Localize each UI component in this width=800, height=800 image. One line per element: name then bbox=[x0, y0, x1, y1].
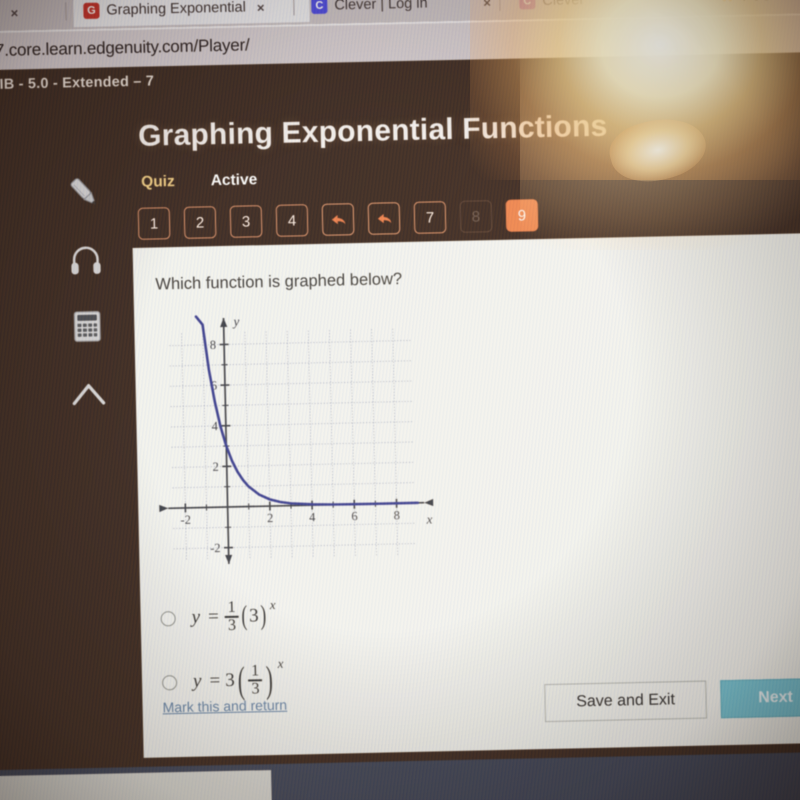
svg-text:4: 4 bbox=[211, 419, 218, 433]
tab-title: Clever | Log in bbox=[334, 0, 428, 14]
close-icon[interactable]: × bbox=[257, 0, 265, 15]
reply-arrow-icon bbox=[377, 213, 391, 223]
svg-text:-2: -2 bbox=[210, 541, 221, 555]
question-nav-item-7[interactable]: 7 bbox=[413, 201, 447, 234]
question-nav-item-3[interactable]: 3 bbox=[229, 205, 263, 238]
radio-button-a[interactable] bbox=[160, 610, 176, 626]
svg-text:-2: -2 bbox=[180, 513, 191, 527]
url-text[interactable]: r17.core.learn.edgenuity.com/Player/ bbox=[0, 35, 250, 61]
function-graph: -2 2 4 6 8 8 6 4 2 -2 x y bbox=[152, 301, 438, 582]
tab-title: Graphing Exponential bbox=[106, 0, 247, 19]
save-and-exit-button[interactable]: Save and Exit bbox=[544, 680, 707, 723]
choice-b-lhs: y bbox=[192, 670, 202, 692]
favicon-icon: C bbox=[519, 0, 536, 10]
reply-arrow-icon bbox=[331, 214, 345, 224]
choice-b-numerator: 1 bbox=[250, 662, 260, 680]
answer-choice-a-formula: y = 1 3 ( 3 ) x bbox=[191, 596, 276, 635]
svg-text:2: 2 bbox=[212, 460, 219, 474]
favicon-icon: ✖ bbox=[719, 0, 735, 6]
choice-a-numerator: 1 bbox=[227, 598, 236, 616]
graph-gridlines bbox=[169, 328, 417, 561]
choice-a-equals: = bbox=[207, 606, 220, 628]
favicon-icon: G bbox=[83, 2, 100, 19]
close-icon[interactable]: × bbox=[483, 0, 491, 10]
svg-text:2: 2 bbox=[267, 511, 274, 525]
taskbar-search-box[interactable] bbox=[0, 770, 273, 800]
highlighter-icon[interactable] bbox=[64, 173, 105, 213]
calculator-icon[interactable] bbox=[67, 307, 108, 347]
choice-b-base-fraction: 1 3 bbox=[248, 662, 263, 698]
choice-b-exponent: x bbox=[277, 655, 284, 671]
favicon-icon: C bbox=[311, 0, 328, 15]
question-prompt: Which function is graphed below? bbox=[155, 270, 403, 294]
graph-curve bbox=[194, 315, 419, 506]
tab-divider bbox=[499, 0, 501, 11]
tab-title: Clever bbox=[542, 0, 585, 9]
choice-b-equals: = bbox=[209, 670, 221, 692]
graph-svg: -2 2 4 6 88642-2 x y bbox=[159, 314, 434, 564]
svg-text:8: 8 bbox=[210, 338, 217, 352]
quiz-subtabs: Quiz Active bbox=[141, 171, 257, 192]
y-axis-label: y bbox=[231, 314, 239, 329]
graph-axes bbox=[159, 317, 434, 564]
radio-button-b[interactable] bbox=[161, 674, 178, 690]
photo-of-screen: dent × G Graphing Exponential × C Clever… bbox=[0, 0, 800, 800]
svg-text:6: 6 bbox=[351, 509, 358, 523]
headphones-icon[interactable] bbox=[65, 240, 106, 280]
monitor-screen: dent × G Graphing Exponential × C Clever… bbox=[0, 0, 800, 800]
question-nav-item-1[interactable]: 1 bbox=[137, 207, 171, 240]
close-icon[interactable]: × bbox=[11, 5, 19, 20]
choice-a-base: 3 bbox=[248, 605, 259, 627]
choice-a-lhs: y bbox=[191, 606, 201, 628]
tab-title: FUSD - Algebr bbox=[742, 0, 800, 5]
answer-choice-a[interactable]: y = 1 3 ( 3 ) x bbox=[160, 593, 283, 642]
tab-quiz[interactable]: Quiz bbox=[141, 173, 175, 192]
question-card: Which function is graphed below? -2 2 4 … bbox=[132, 232, 800, 758]
choice-a-denominator: 3 bbox=[227, 616, 237, 634]
x-axis-label: x bbox=[426, 512, 433, 527]
browser-tab-4[interactable]: ✖ FUSD - Algebr bbox=[709, 0, 800, 13]
tool-rail bbox=[53, 172, 120, 413]
choice-a-exponent: x bbox=[269, 596, 276, 613]
choice-b-denominator: 3 bbox=[251, 679, 260, 698]
svg-text:8: 8 bbox=[394, 508, 401, 522]
question-nav-item-5[interactable] bbox=[321, 203, 355, 236]
close-paren: ) bbox=[265, 659, 274, 702]
svg-text:4: 4 bbox=[309, 510, 316, 524]
question-nav-item-9[interactable]: 9 bbox=[505, 199, 539, 232]
close-paren: ) bbox=[260, 600, 267, 632]
browser-tab-1[interactable]: G Graphing Exponential × bbox=[73, 0, 310, 28]
browser-tab-3[interactable]: C Clever bbox=[509, 0, 700, 18]
mark-this-and-return-link[interactable]: Mark this and return bbox=[162, 697, 287, 716]
question-nav-item-2[interactable]: 2 bbox=[183, 206, 217, 239]
open-paren: ( bbox=[237, 659, 245, 702]
next-button[interactable]: Next bbox=[720, 677, 800, 719]
collapse-up-icon[interactable] bbox=[68, 374, 109, 414]
tab-active[interactable]: Active bbox=[211, 171, 258, 190]
choice-a-coefficient-fraction: 1 3 bbox=[224, 598, 239, 634]
question-nav-item-4[interactable]: 4 bbox=[275, 204, 309, 237]
choice-b-coefficient: 3 bbox=[224, 669, 235, 692]
question-nav-item-8[interactable]: 8 bbox=[459, 200, 493, 233]
question-nav-item-6[interactable] bbox=[367, 202, 401, 235]
open-paren: ( bbox=[241, 600, 248, 632]
browser-tab-2-close[interactable]: × bbox=[469, 0, 501, 19]
